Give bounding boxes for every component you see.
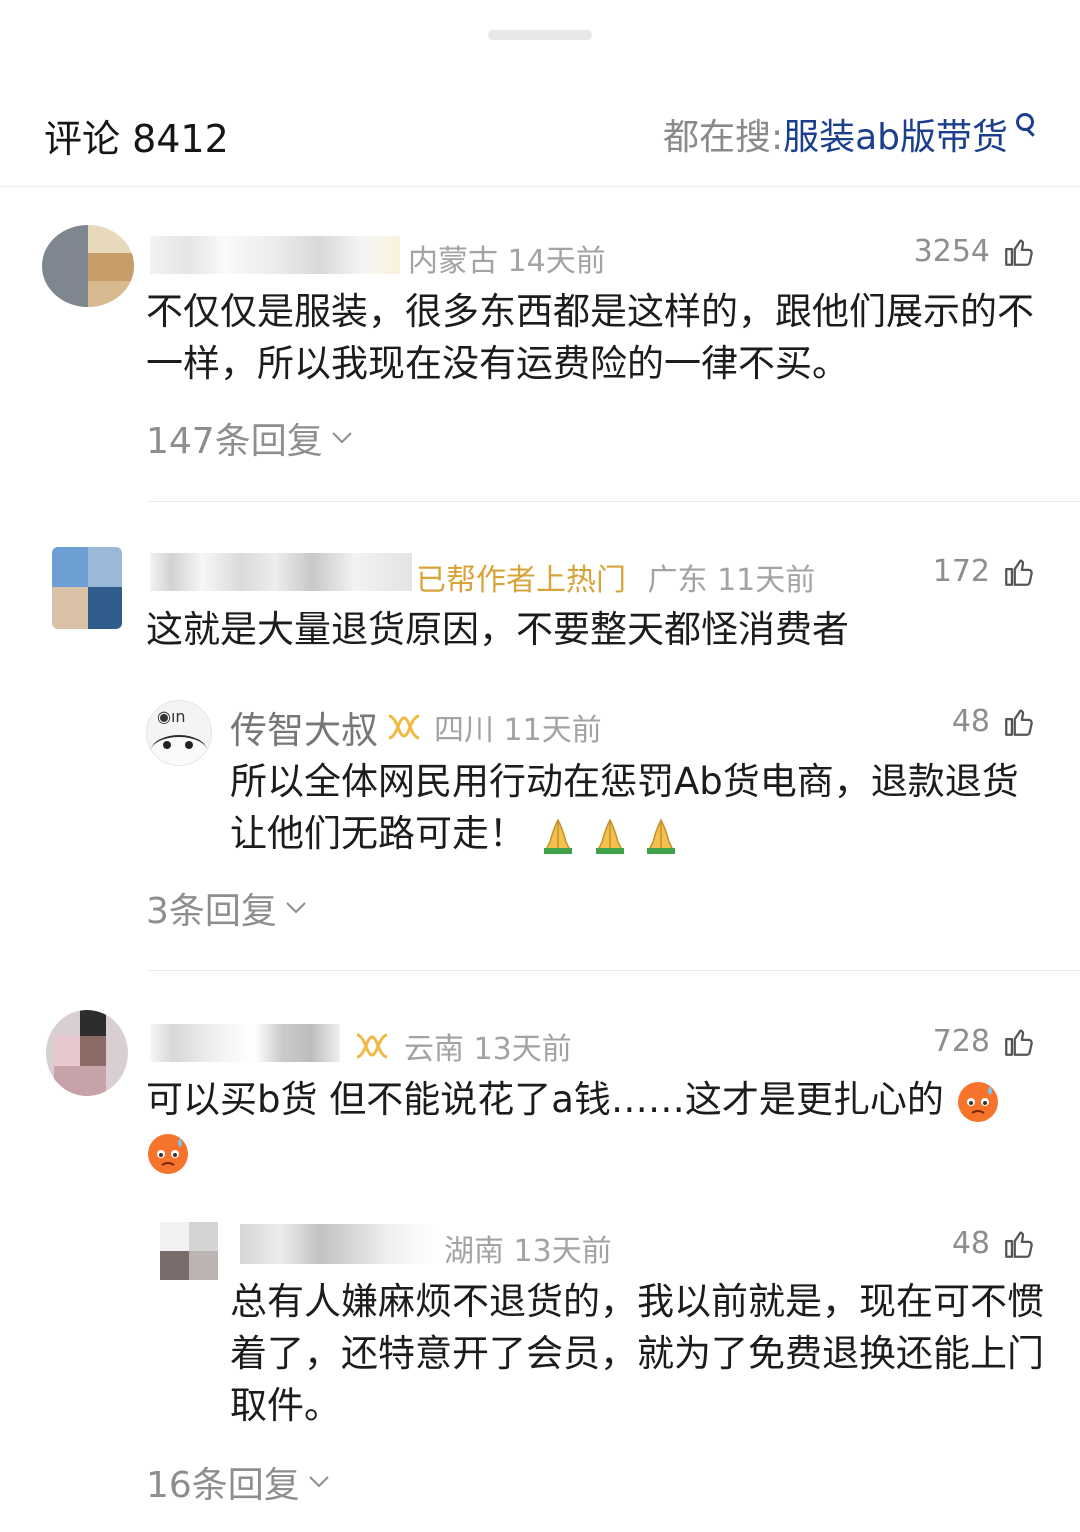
username-blurred[interactable]	[150, 553, 412, 591]
like-count: 3254	[913, 234, 990, 269]
vip-badge-icon	[388, 714, 420, 740]
username-blurred[interactable]	[240, 1224, 440, 1264]
username-blurred[interactable]	[150, 1024, 340, 1062]
reply-avatar[interactable]: ◉ın	[146, 700, 212, 766]
reply-author-row: 传智大叔 四川 11天前	[230, 700, 602, 754]
thumbs-up-icon[interactable]	[1002, 235, 1036, 269]
anxious-sweat-face-emoji	[148, 1133, 188, 1174]
reply-like-count: 48	[951, 1226, 990, 1261]
sheet-drag-handle[interactable]	[488, 30, 592, 40]
comment-meta: 云南 13天前	[346, 1024, 572, 1068]
reply-like-count: 48	[951, 704, 990, 739]
like-count: 172	[932, 554, 990, 589]
replies-count: 16条回复	[146, 1465, 300, 1506]
reply-location-time: 四川 11天前	[434, 713, 602, 748]
replies-count: 3条回复	[146, 891, 277, 932]
view-replies-button[interactable]: 3条回复	[146, 882, 307, 934]
reply-text-block: 所以全体网民用行动在惩罚Ab货电商，退款退货让他们无路可走！	[230, 756, 1046, 860]
vip-badge-icon	[356, 1033, 388, 1059]
hot-helper-tag: 已帮作者上热门	[416, 563, 626, 598]
view-replies-button[interactable]: 16条回复	[146, 1456, 330, 1508]
folded-hands-emoji	[647, 817, 676, 854]
replies-count: 147条回复	[146, 421, 323, 462]
like-button[interactable]: 172	[933, 554, 1036, 589]
avatar-logo-mark: ◉ın	[157, 707, 186, 726]
chevron-down-icon	[286, 902, 306, 914]
thumbs-up-icon[interactable]	[1002, 705, 1036, 739]
comment-location-time: 云南 13天前	[404, 1032, 572, 1067]
thumbs-up-icon[interactable]	[1002, 555, 1036, 589]
anxious-sweat-face-emoji	[957, 1081, 998, 1122]
reply-like-button[interactable]: 48	[952, 1226, 1036, 1261]
comment-meta: 已帮作者上热门 广东 11天前	[416, 555, 815, 599]
comments-count-title: 评论 8412	[44, 117, 229, 161]
avatar[interactable]	[46, 1010, 128, 1096]
like-button[interactable]: 3254	[914, 234, 1036, 269]
reply-like-button[interactable]: 48	[952, 704, 1036, 739]
reply-avatar[interactable]	[160, 1222, 218, 1280]
reply-author-name[interactable]: 传智大叔	[230, 700, 378, 754]
search-keyword[interactable]: 服装ab版带货	[783, 108, 1008, 160]
comment-text: 这就是大量退货原因，不要整天都怪消费者	[146, 608, 849, 651]
folded-hands-emoji	[543, 817, 572, 854]
reply-text: 总有人嫌麻烦不退货的，我以前就是，现在可不惯着了，还特意开了会员，就为了免费退换…	[230, 1280, 1044, 1427]
comments-header: 评论 8412 都在搜: 服装ab版带货	[0, 90, 1080, 187]
comment-location-time: 内蒙古 14天前	[408, 244, 606, 279]
thumbs-up-icon[interactable]	[1002, 1025, 1036, 1059]
view-replies-button[interactable]: 147条回复	[146, 412, 353, 464]
comment-location-time: 广东 11天前	[647, 563, 816, 598]
like-button[interactable]: 728	[933, 1024, 1036, 1059]
thumbs-up-icon[interactable]	[1002, 1227, 1036, 1261]
chevron-down-icon	[332, 432, 352, 444]
comment-text-block: 可以买b货 但不能说花了a钱……这才是更扎心的	[146, 1074, 1042, 1178]
search-icon[interactable]	[1014, 111, 1036, 141]
reply-location-time: 湖南 13天前	[444, 1234, 612, 1269]
trending-search-link[interactable]: 都在搜: 服装ab版带货	[663, 108, 1036, 160]
comment-divider	[146, 970, 1080, 971]
comment-divider	[146, 501, 1080, 502]
username-blurred[interactable]	[150, 236, 400, 274]
search-prefix: 都在搜:	[662, 117, 784, 158]
avatar[interactable]	[52, 547, 122, 629]
folded-hands-emoji	[595, 817, 624, 854]
like-count: 728	[932, 1024, 990, 1059]
comment-text: 可以买b货 但不能说花了a钱……这才是更扎心的	[146, 1078, 944, 1121]
comment-text: 不仅仅是服装，很多东西都是这样的，跟他们展示的不一样，所以我现在没有运费险的一律…	[146, 290, 1034, 385]
chevron-down-icon	[309, 1476, 329, 1488]
avatar[interactable]	[42, 225, 134, 307]
